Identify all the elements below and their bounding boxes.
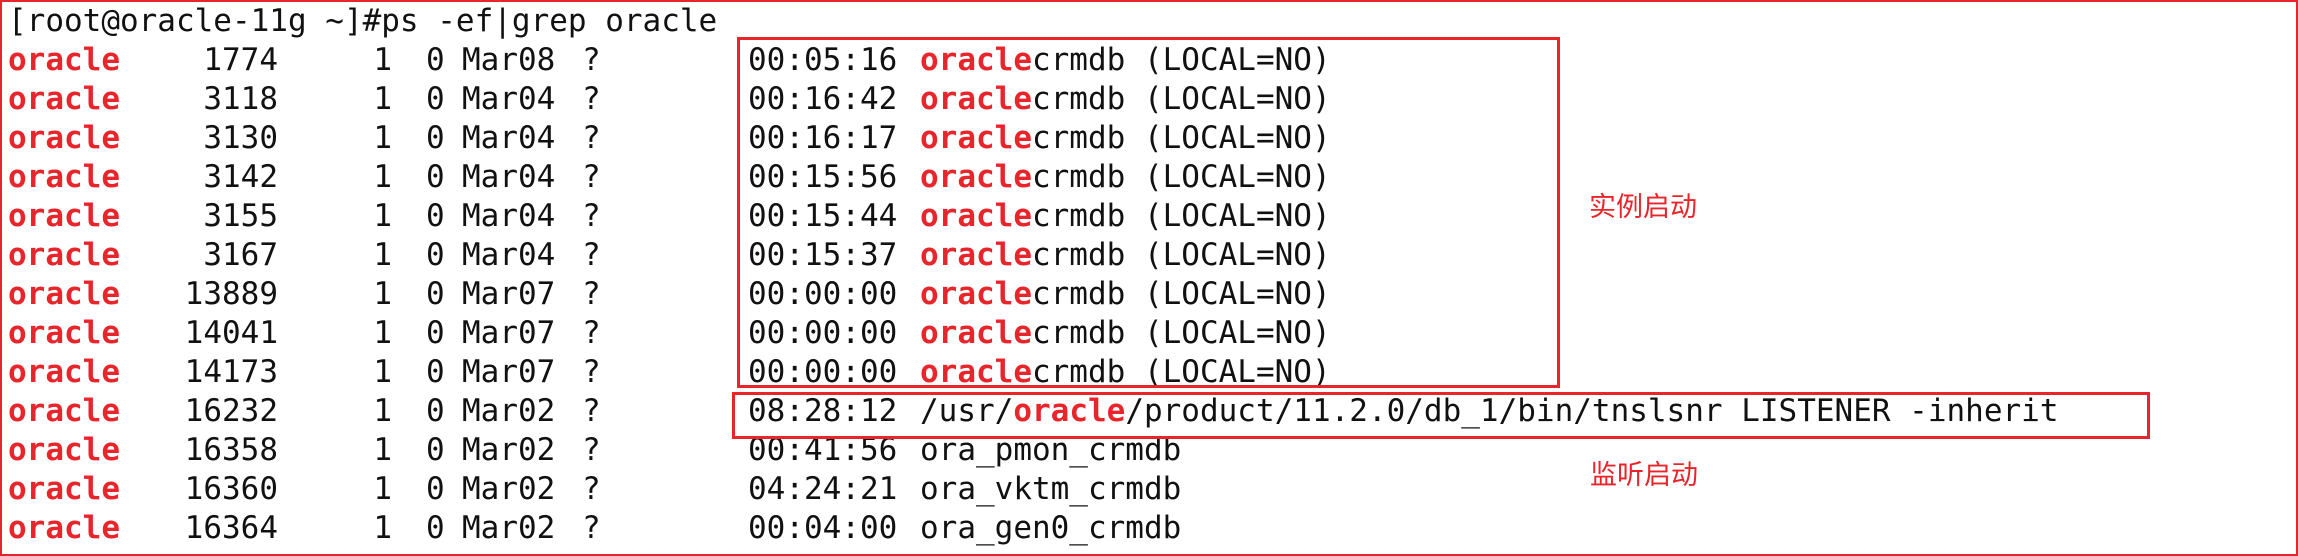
process-start-time: Mar07 <box>462 315 556 351</box>
process-pid: 14041 <box>184 315 278 351</box>
process-tty: ? <box>582 315 601 351</box>
process-command: ora_gen0_crmdb <box>920 509 1181 548</box>
process-pid: 3130 <box>203 120 278 156</box>
process-user: oracle <box>8 315 120 351</box>
process-tty: ? <box>582 159 601 195</box>
process-user: oracle <box>8 510 120 546</box>
process-tty: ? <box>582 81 601 117</box>
process-start-time: Mar08 <box>462 42 556 78</box>
listener-process-highlight-box <box>732 392 2150 439</box>
process-ppid: 1 <box>373 159 392 195</box>
process-pid: 16364 <box>184 510 278 546</box>
process-command: ora_vktm_crmdb <box>920 470 1181 509</box>
process-tty: ? <box>582 198 601 234</box>
process-cpu: 0 <box>426 354 445 390</box>
process-pid: 3167 <box>203 237 278 273</box>
process-tty: ? <box>582 276 601 312</box>
process-user: oracle <box>8 276 120 312</box>
command-prefix: ora_gen0_crmdb <box>920 510 1182 546</box>
process-start-time: Mar04 <box>462 81 556 117</box>
process-cpu: 0 <box>426 42 445 78</box>
process-tty: ? <box>582 393 601 429</box>
process-pid: 1774 <box>203 42 278 78</box>
instance-processes-highlight-box <box>737 37 1560 388</box>
process-start-time: Mar02 <box>462 471 556 507</box>
process-ppid: 1 <box>373 120 392 156</box>
process-cpu-time: 04:24:21 <box>748 471 898 507</box>
process-start-time: Mar04 <box>462 237 556 273</box>
process-cpu-time: 00:04:00 <box>748 510 898 546</box>
process-cpu: 0 <box>426 81 445 117</box>
process-start-time: Mar07 <box>462 276 556 312</box>
process-ppid: 1 <box>373 315 392 351</box>
process-cpu: 0 <box>426 432 445 468</box>
command-prefix: ora_vktm_crmdb <box>920 471 1182 507</box>
process-start-time: Mar04 <box>462 159 556 195</box>
instance-startup-annotation: 实例启动 <box>1589 192 1697 223</box>
process-ppid: 1 <box>373 42 392 78</box>
process-user: oracle <box>8 471 120 507</box>
process-pid: 3142 <box>203 159 278 195</box>
process-cpu: 0 <box>426 120 445 156</box>
process-cpu: 0 <box>426 198 445 234</box>
process-tty: ? <box>582 510 601 546</box>
process-start-time: Mar02 <box>462 510 556 546</box>
process-user: oracle <box>8 81 120 117</box>
process-user: oracle <box>8 393 120 429</box>
process-ppid: 1 <box>373 237 392 273</box>
process-cpu: 0 <box>426 159 445 195</box>
process-ppid: 1 <box>373 432 392 468</box>
process-tty: ? <box>582 471 601 507</box>
process-user: oracle <box>8 354 120 390</box>
process-cpu: 0 <box>426 393 445 429</box>
process-pid: 14173 <box>184 354 278 390</box>
process-ppid: 1 <box>373 393 392 429</box>
command-prompt: [root@oracle-11g ~]#ps -ef|grep oracle <box>8 3 718 39</box>
process-user: oracle <box>8 198 120 234</box>
process-user: oracle <box>8 237 120 273</box>
listener-startup-annotation: 监听启动 <box>1590 460 1698 491</box>
process-tty: ? <box>582 432 601 468</box>
process-cpu: 0 <box>426 276 445 312</box>
process-ppid: 1 <box>373 276 392 312</box>
process-pid: 3118 <box>203 81 278 117</box>
process-user: oracle <box>8 42 120 78</box>
process-start-time: Mar02 <box>462 393 556 429</box>
process-ppid: 1 <box>373 471 392 507</box>
process-tty: ? <box>582 354 601 390</box>
process-tty: ? <box>582 42 601 78</box>
process-tty: ? <box>582 120 601 156</box>
process-ppid: 1 <box>373 81 392 117</box>
process-cpu: 0 <box>426 510 445 546</box>
process-cpu: 0 <box>426 471 445 507</box>
process-user: oracle <box>8 120 120 156</box>
process-user: oracle <box>8 432 120 468</box>
process-pid: 13889 <box>184 276 278 312</box>
process-ppid: 1 <box>373 354 392 390</box>
process-user: oracle <box>8 159 120 195</box>
process-start-time: Mar07 <box>462 354 556 390</box>
process-tty: ? <box>582 237 601 273</box>
process-pid: 16360 <box>184 471 278 507</box>
process-start-time: Mar02 <box>462 432 556 468</box>
terminal-screenshot: [root@oracle-11g ~]#ps -ef|grep oracle o… <box>0 0 2298 556</box>
process-pid: 16358 <box>184 432 278 468</box>
process-start-time: Mar04 <box>462 120 556 156</box>
process-pid: 16232 <box>184 393 278 429</box>
process-pid: 3155 <box>203 198 278 234</box>
process-ppid: 1 <box>373 510 392 546</box>
process-cpu: 0 <box>426 315 445 351</box>
process-ppid: 1 <box>373 198 392 234</box>
process-start-time: Mar04 <box>462 198 556 234</box>
process-cpu: 0 <box>426 237 445 273</box>
